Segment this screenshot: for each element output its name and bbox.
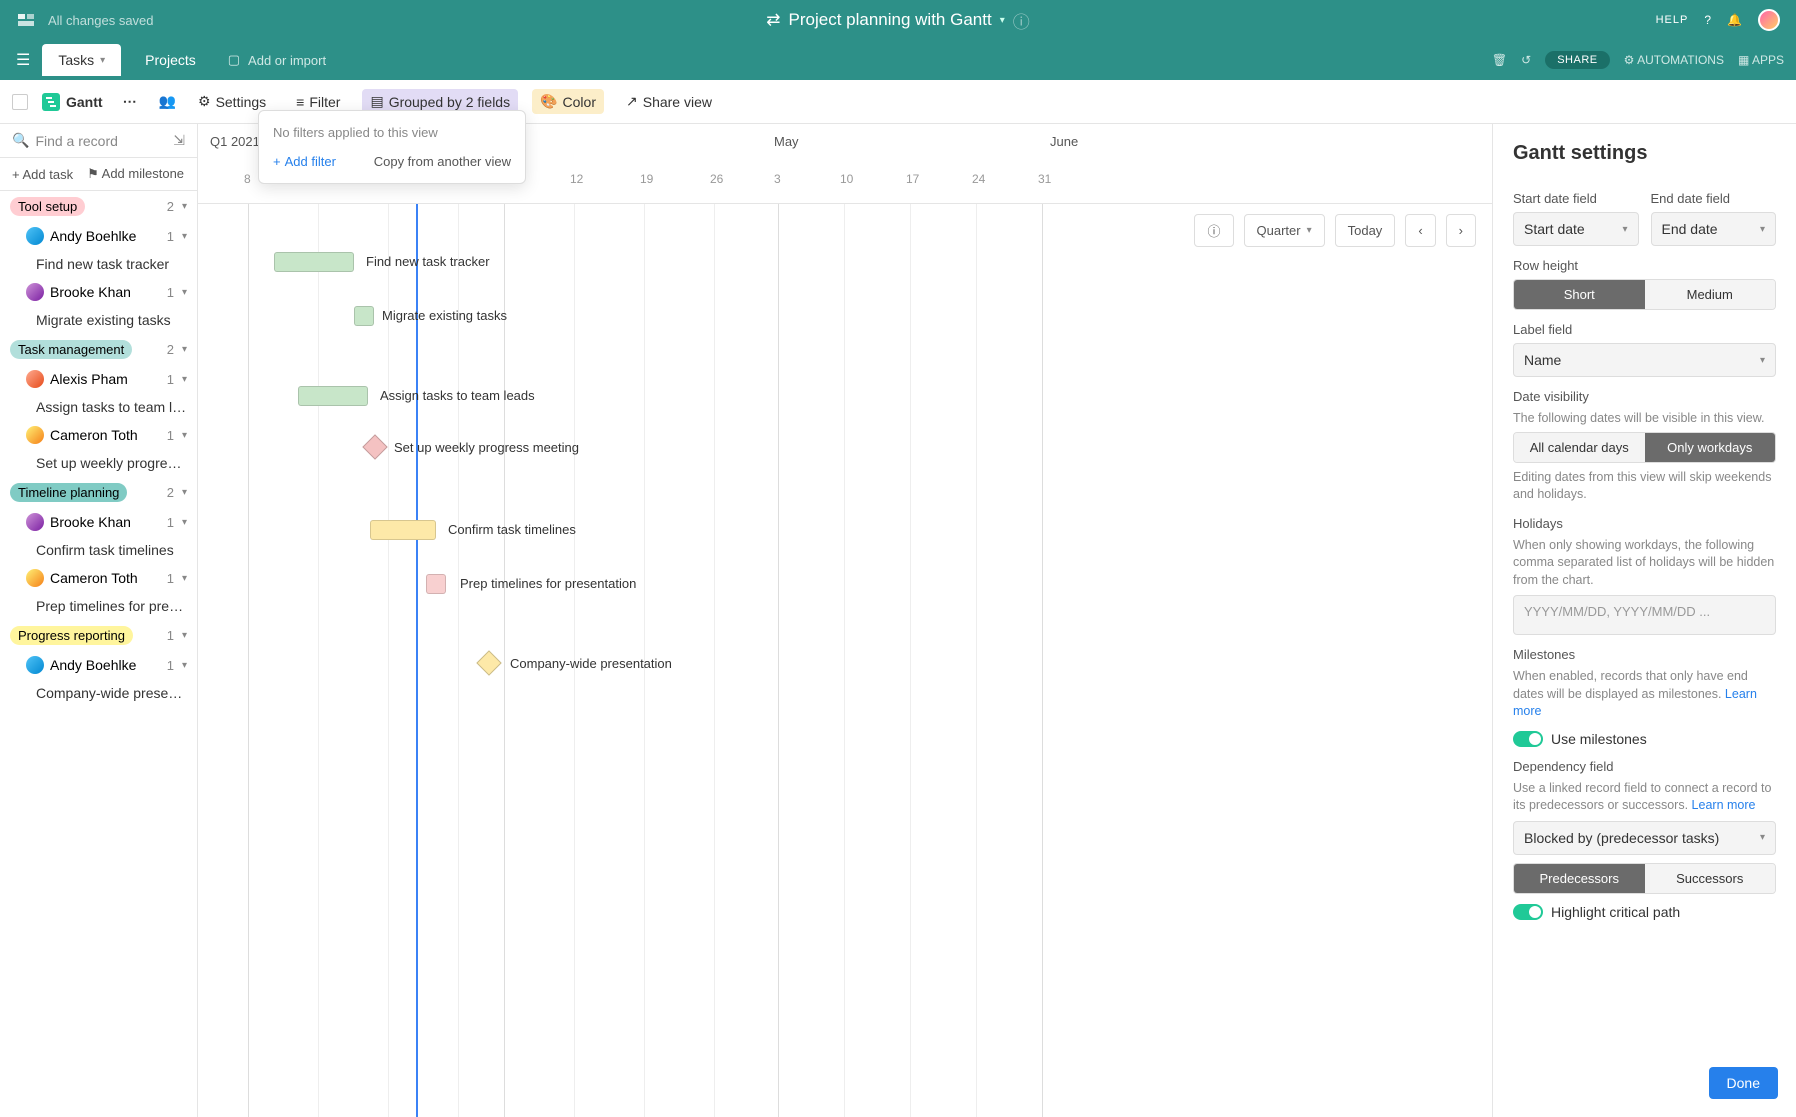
bar-label: Company-wide presentation [510, 656, 672, 671]
group-header[interactable]: Tool setup2 ▾ [0, 191, 197, 222]
bar-label: Prep timelines for presentation [460, 576, 636, 591]
trash-icon[interactable]: 🗑 [1492, 53, 1507, 67]
gantt-bar[interactable] [426, 574, 446, 594]
person-row[interactable]: Brooke Khan1 ▾ [0, 278, 197, 306]
milestone[interactable] [362, 434, 387, 459]
help-icon[interactable]: ? [1704, 13, 1711, 27]
filter-icon: ≡ [296, 94, 304, 110]
task-row[interactable]: Set up weekly progress ... [0, 449, 197, 477]
person-row[interactable]: Cameron Toth1 ▾ [0, 421, 197, 449]
gantt-bar[interactable] [298, 386, 368, 406]
bar-label: Migrate existing tasks [382, 308, 507, 323]
gantt-bar[interactable] [354, 306, 374, 326]
menu-icon[interactable]: ☰ [12, 46, 34, 74]
dependency-direction-toggle[interactable]: Predecessors Successors [1513, 863, 1776, 894]
prev-button[interactable]: ‹ [1405, 214, 1435, 247]
group-header[interactable]: Progress reporting1 ▾ [0, 620, 197, 651]
view-menu-icon[interactable]: ⋯ [117, 93, 145, 110]
label-field-select[interactable]: Name▾ [1513, 343, 1776, 377]
arrows-icon: ⇄ [766, 10, 780, 30]
task-row[interactable]: Migrate existing tasks [0, 306, 197, 334]
person-row[interactable]: Alexis Pham1 ▾ [0, 365, 197, 393]
expand-record-icon[interactable]: ⇲ [173, 132, 185, 149]
person-row[interactable]: Brooke Khan1 ▾ [0, 508, 197, 536]
next-button[interactable]: › [1446, 214, 1476, 247]
main-area: 🔍 Find a record ⇲ + Add task ⚑ Add miles… [0, 124, 1796, 1117]
zoom-select[interactable]: Quarter ▾ [1244, 214, 1325, 247]
help-link[interactable]: HELP [1656, 14, 1689, 26]
color-icon: 🎨 [540, 93, 557, 110]
color-button[interactable]: 🎨Color [532, 89, 604, 114]
gantt-icon [42, 93, 60, 111]
date-visibility-toggle[interactable]: All calendar days Only workdays [1513, 432, 1776, 463]
app-logo-icon[interactable] [16, 10, 36, 30]
share-icon: ↗ [626, 93, 638, 110]
share-button[interactable]: SHARE [1545, 51, 1609, 69]
base-title[interactable]: Project planning with Gantt [789, 10, 992, 30]
today-button[interactable]: Today [1335, 214, 1396, 247]
bar-label: Find new task tracker [366, 254, 490, 269]
topbar: All changes saved ⇄ Project planning wit… [0, 0, 1796, 40]
info-icon[interactable]: ⓘ [1013, 8, 1030, 33]
start-date-select[interactable]: Start date▾ [1513, 212, 1639, 246]
person-row[interactable]: Cameron Toth1 ▾ [0, 564, 197, 592]
person-row[interactable]: Andy Boehlke1 ▾ [0, 651, 197, 679]
expand-icon[interactable] [12, 94, 28, 110]
person-row[interactable]: Andy Boehlke1 ▾ [0, 222, 197, 250]
search-input[interactable]: 🔍 Find a record ⇲ [0, 124, 197, 158]
task-row[interactable]: Confirm task timelines [0, 536, 197, 564]
chevron-down-icon[interactable]: ▾ [1000, 15, 1005, 26]
bell-icon[interactable]: 🔔 [1727, 13, 1742, 27]
group-header[interactable]: Timeline planning2 ▾ [0, 477, 197, 508]
history-icon[interactable]: ↺ [1521, 53, 1531, 67]
done-button[interactable]: Done [1709, 1067, 1778, 1099]
bar-label: Set up weekly progress meeting [394, 440, 579, 455]
plus-icon[interactable]: ▢ [228, 52, 240, 68]
saved-status: All changes saved [48, 13, 154, 28]
add-milestone-button[interactable]: ⚑ Add milestone [87, 166, 184, 182]
share-view-button[interactable]: ↗Share view [618, 89, 720, 114]
learn-more-link[interactable]: Learn more [1692, 798, 1756, 812]
info-toggle[interactable]: ⓘ [1194, 214, 1233, 247]
tab-tasks[interactable]: Tasks▾ [42, 44, 121, 76]
add-task-button[interactable]: + Add task [12, 167, 73, 182]
add-filter-button[interactable]: + Add filter [273, 154, 336, 169]
settings-title: Gantt settings [1513, 142, 1776, 165]
bar-label: Assign tasks to team leads [380, 388, 535, 403]
gantt-body[interactable]: Find new task tracker Migrate existing ta… [198, 204, 1492, 1117]
people-icon[interactable]: 👥 [159, 93, 176, 110]
gantt-settings-panel: Gantt settings Start date field Start da… [1492, 124, 1796, 1117]
bar-label: Confirm task timelines [448, 522, 576, 537]
dependency-select[interactable]: Blocked by (predecessor tasks)▾ [1513, 821, 1776, 855]
row-height-toggle[interactable]: Short Medium [1513, 279, 1776, 310]
user-avatar[interactable] [1758, 9, 1780, 31]
milestones-toggle[interactable] [1513, 731, 1543, 747]
automations-link[interactable]: ⚙ AUTOMATIONS [1624, 53, 1724, 67]
task-row[interactable]: Prep timelines for prese... [0, 592, 197, 620]
gear-icon: ⚙ [198, 93, 211, 110]
tab-projects[interactable]: Projects [129, 44, 212, 76]
table-tabs: ☰ Tasks▾ Projects ▢ Add or import 🗑 ↺ SH… [0, 40, 1796, 80]
view-picker[interactable]: Gantt [42, 93, 103, 111]
quarter-label: Q1 2021 [210, 134, 260, 149]
today-line [416, 204, 418, 1117]
gantt-chart[interactable]: Q1 2021 MayJune 81522295121926310172431 … [198, 124, 1492, 1117]
holidays-input[interactable]: YYYY/MM/DD, YYYY/MM/DD ... [1513, 595, 1776, 635]
task-row[interactable]: Company-wide presenta... [0, 679, 197, 707]
end-date-select[interactable]: End date▾ [1651, 212, 1777, 246]
group-icon: ▤ [370, 93, 383, 110]
record-sidebar: 🔍 Find a record ⇲ + Add task ⚑ Add miles… [0, 124, 198, 1117]
group-header[interactable]: Task management2 ▾ [0, 334, 197, 365]
copy-filter-button[interactable]: Copy from another view [374, 154, 511, 169]
gantt-bar[interactable] [274, 252, 354, 272]
search-icon: 🔍 [12, 132, 29, 149]
task-row[interactable]: Find new task tracker [0, 250, 197, 278]
filter-popup: No filters applied to this view + Add fi… [258, 110, 526, 184]
gantt-bar[interactable] [370, 520, 436, 540]
apps-link[interactable]: ▦ APPS [1738, 53, 1784, 67]
milestone[interactable] [476, 650, 501, 675]
critical-path-toggle[interactable] [1513, 904, 1543, 920]
add-or-import[interactable]: Add or import [248, 53, 326, 68]
task-row[interactable]: Assign tasks to team lea... [0, 393, 197, 421]
